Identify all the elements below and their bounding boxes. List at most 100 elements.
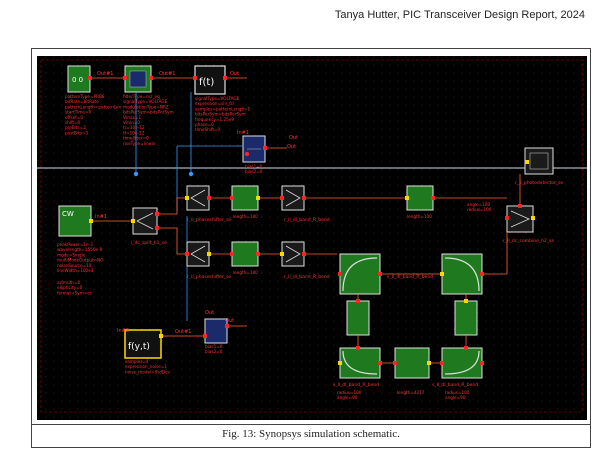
waveguide-top-1[interactable]: [231, 185, 259, 211]
param-line: lineWidth=100e3: [57, 268, 94, 273]
connection-pin: [159, 334, 163, 338]
connection-pin: [230, 196, 234, 200]
connection-pin: [89, 219, 93, 223]
pulse-gen-block[interactable]: [124, 65, 152, 93]
svg-text:In#1: In#1: [237, 130, 249, 136]
connection-pin: [280, 196, 284, 200]
svg-text:Out#1: Out#1: [175, 329, 191, 335]
bend-bot-right[interactable]: [441, 347, 483, 379]
bend-right[interactable]: [441, 253, 483, 295]
param-line: angle=90: [445, 395, 466, 400]
svg-text:s_lI_dl_band_R_bend: s_lI_dl_band_R_bend: [432, 382, 478, 388]
svg-text:Out#1: Out#1: [159, 71, 175, 77]
wg2-params: length=100: [233, 214, 258, 219]
connection-pin: [405, 196, 409, 200]
wg3-params: length=100: [407, 214, 432, 219]
detector-block[interactable]: [524, 147, 554, 175]
caption-separator: [31, 424, 591, 425]
connection-pin: [230, 252, 234, 256]
svg-text:Out: Out: [205, 310, 214, 316]
connection-pin: [531, 216, 535, 220]
svg-text:r_lI_dl_band_R_bend: r_lI_dl_band_R_bend: [284, 274, 330, 280]
svg-text:r_lI_phaseshifter_se: r_lI_phaseshifter_se: [187, 217, 231, 223]
connection-pin: [256, 196, 260, 200]
connection-pin: [155, 226, 159, 230]
param-line: length=100: [233, 214, 258, 219]
connection-pin: [302, 252, 306, 256]
svg-text:r_lI_dl_band_R_bend: r_lI_dl_band_R_bend: [284, 217, 330, 223]
connection-pin: [431, 196, 435, 200]
splitter-block[interactable]: [132, 207, 158, 235]
svg-text:s_lI_dl_band_R_bend: s_lI_dl_band_R_bend: [333, 382, 379, 388]
connection-pin: [280, 252, 284, 256]
param-line: bias2=0: [205, 349, 223, 354]
connection-pin: [356, 299, 360, 303]
connection-pin: [155, 212, 159, 216]
svg-text:f(t): f(t): [199, 77, 214, 88]
modulator-top[interactable]: [186, 185, 210, 211]
param-line: timeShift=0: [195, 127, 220, 132]
wg4-params: length=4217: [397, 390, 425, 395]
param-line: angle=90: [337, 395, 358, 400]
param-line: radius=100: [467, 207, 492, 212]
connection-pin: [185, 196, 189, 200]
connection-pin: [464, 299, 468, 303]
svg-text:Out: Out: [225, 318, 234, 324]
schematic-canvas: 0 0 f(t) Out#1 Out#1 Out patternType=PRB…: [37, 56, 587, 420]
ft-block[interactable]: f(t): [194, 65, 226, 95]
connection-pin: [440, 272, 444, 276]
waveguide-bot-mid[interactable]: [394, 347, 430, 379]
connection-pin: [338, 272, 342, 276]
svg-text:Out#1: Out#1: [97, 71, 113, 77]
connection-pin: [185, 252, 189, 256]
connection-pin: [378, 361, 382, 365]
waveguide-bot-1[interactable]: [231, 241, 259, 267]
param-line: length=100: [233, 270, 258, 275]
svg-text:CW: CW: [62, 210, 74, 218]
combiner-block[interactable]: [506, 205, 534, 233]
connection-pin: [440, 361, 444, 365]
waveguide-v-right[interactable]: [454, 300, 478, 336]
param-line: postBits=3: [65, 130, 88, 135]
param-line: length=4217: [397, 390, 425, 395]
connection-pin: [505, 216, 509, 220]
report-header: Tanya Hutter, PIC Transceiver Design Rep…: [334, 9, 585, 21]
connection-pin: [518, 204, 522, 208]
svg-text:r_lI_dc_combine_h2_se: r_lI_dc_combine_h2_se: [503, 238, 554, 244]
ang-params: angle=100radius=100: [467, 202, 492, 212]
bend-bot-left[interactable]: [339, 347, 381, 379]
svg-text:s_lI_dl_band_R_bend: s_lI_dl_band_R_bend: [387, 274, 433, 280]
connection-pin: [256, 252, 260, 256]
connection-pin: [263, 146, 267, 150]
connection-pin: [480, 361, 484, 365]
svg-text:Out: Out: [289, 135, 298, 141]
prbs-block[interactable]: 0 0: [67, 65, 91, 93]
wg1-params: length=100: [233, 270, 258, 275]
connection-pin: [393, 361, 397, 365]
svg-text:0 0: 0 0: [72, 76, 83, 84]
connection-pin: [378, 272, 382, 276]
svg-text:i_dc_split_h1_se: i_dc_split_h1_se: [131, 240, 167, 246]
waveguide-top-2[interactable]: [406, 185, 434, 211]
phase-shifter-bot[interactable]: [281, 241, 305, 267]
connection-pin: [207, 252, 211, 256]
param-line: format=Sym=ec: [57, 290, 93, 295]
connection-pin: [464, 346, 468, 350]
adder-bot-block[interactable]: [204, 318, 228, 344]
connection-pin: [207, 196, 211, 200]
bend-left[interactable]: [339, 253, 381, 295]
waveguide-v-left[interactable]: [346, 300, 370, 336]
fyt-block[interactable]: f(y,t): [124, 329, 162, 359]
adder-top-block[interactable]: [242, 135, 266, 163]
param-line: bias2=0: [245, 169, 263, 174]
adder-top-params: bias1=0bias2=0: [245, 164, 263, 174]
phase-shifter-top[interactable]: [281, 185, 305, 211]
laser-block[interactable]: CW: [58, 205, 92, 237]
connection-pin: [225, 324, 229, 328]
svg-text:In#1: In#1: [95, 214, 107, 220]
connection-pin: [480, 272, 484, 276]
param-line: length=100: [407, 214, 432, 219]
svg-text:f(y,t): f(y,t): [128, 342, 150, 352]
svg-text:r_lI_phaseshifter_se: r_lI_phaseshifter_se: [187, 274, 231, 280]
modulator-bot[interactable]: [186, 241, 210, 267]
